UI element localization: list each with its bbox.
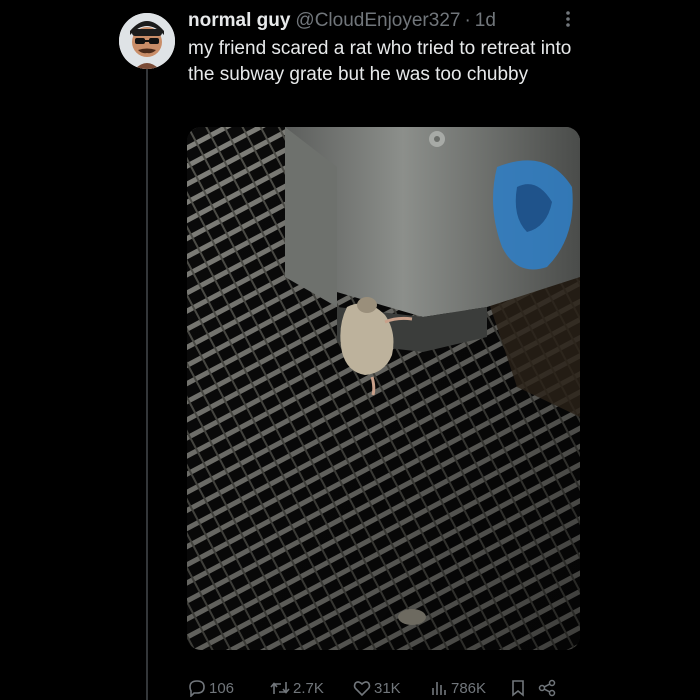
more-options-button[interactable] [556,8,580,34]
reply-button[interactable]: 106 [188,676,234,700]
views-button[interactable]: 786K [430,676,486,700]
repost-icon [270,679,290,697]
separator-dot: · [464,10,471,31]
tweet-header: normal guy @CloudEnjoyer327 · 1d [188,9,588,33]
more-vertical-icon [565,10,571,33]
reply-icon [188,679,206,697]
views-count: 786K [451,679,487,697]
bookmark-button[interactable] [510,676,526,700]
tweet-actions-bar: 106 2.7K 31K 786K [188,676,580,700]
tweet-text: my friend scared a rat who tried to retr… [188,38,572,85]
share-button[interactable] [538,676,556,700]
share-icon [538,679,556,697]
reply-count: 106 [209,679,235,697]
repost-count: 2.7K [293,679,324,697]
display-name[interactable]: normal guy [188,10,290,32]
like-count: 31K [374,679,401,697]
like-icon [353,679,371,697]
bookmark-icon [510,679,526,697]
tweet-time[interactable]: 1d [475,10,496,32]
views-icon [430,679,448,697]
tweet-media-photo[interactable] [187,127,580,650]
avatar[interactable] [119,13,175,69]
thread-line [146,68,148,700]
repost-button[interactable]: 2.7K [270,676,324,700]
user-handle[interactable]: @CloudEnjoyer327 [295,10,460,32]
like-button[interactable]: 31K [353,676,401,700]
